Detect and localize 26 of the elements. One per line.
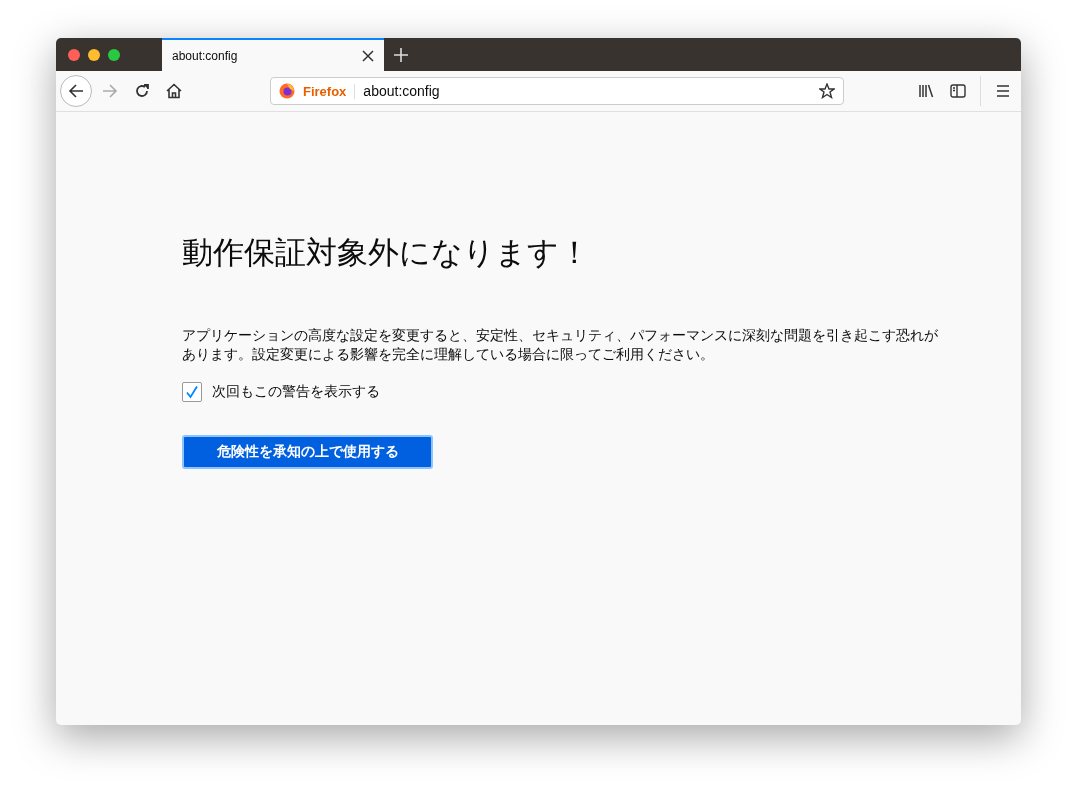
checkbox-label: 次回もこの警告を表示する — [212, 383, 380, 401]
tab-title: about:config — [172, 48, 238, 63]
close-icon — [362, 49, 374, 62]
address-bar[interactable]: Firefox about:config — [270, 77, 844, 105]
plus-icon — [394, 47, 408, 62]
browser-tab[interactable]: about:config — [162, 38, 384, 71]
star-icon[interactable] — [819, 83, 835, 99]
window-zoom-button[interactable] — [108, 48, 120, 61]
reload-icon — [134, 83, 150, 99]
close-tab-button[interactable] — [362, 49, 374, 62]
back-button[interactable] — [60, 75, 92, 107]
warning-title: 動作保証対象外になります！ — [182, 234, 591, 272]
firefox-logo-icon — [279, 83, 295, 99]
show-warning-checkbox[interactable] — [182, 382, 202, 402]
library-icon — [918, 83, 934, 99]
menu-icon — [996, 85, 1010, 97]
accept-risk-button[interactable]: 危険性を承知の上で使用する — [182, 435, 433, 469]
sidebar-icon — [950, 83, 966, 99]
forward-arrow-icon — [102, 83, 118, 99]
window-close-button[interactable] — [68, 48, 80, 61]
back-arrow-icon — [68, 83, 84, 99]
url-text: about:config — [363, 83, 441, 99]
identity-label: Firefox — [303, 83, 356, 99]
home-icon — [166, 83, 182, 99]
warning-message: アプリケーションの高度な設定を変更すると、安定性、セキュリティ、パフォーマンスに深刻な問題を引き起こす恐れがあります。設定変更による影響を完全に理解している場合に限ってご利用ください。 — [182, 326, 939, 364]
window-minimize-button[interactable] — [88, 48, 100, 61]
